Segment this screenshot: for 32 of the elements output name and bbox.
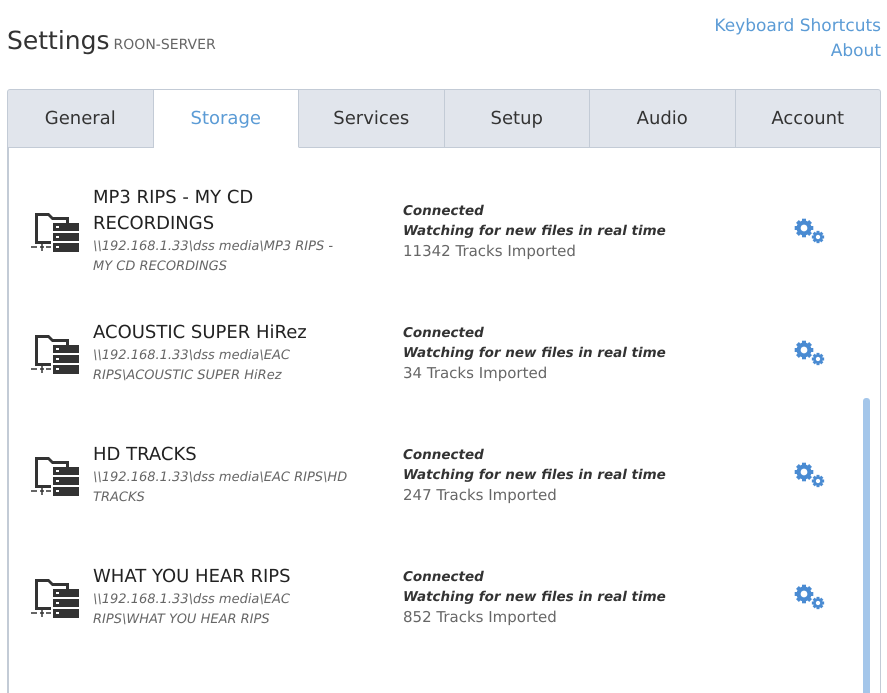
track-count: 11342 Tracks Imported — [403, 240, 577, 262]
track-count: 852 Tracks Imported — [403, 606, 558, 628]
location-path: \\192.168.1.33\dss media\EAC RIPS\ACOUSTIC SUPER HiRez — [93, 347, 291, 385]
track-count: 247 Tracks Imported — [403, 484, 558, 506]
connection-status: Connected — [403, 202, 485, 220]
location-path: \\192.168.1.33\dss media\EAC RIPS\HD TRACKS — [93, 469, 348, 507]
location-name: WHAT YOU HEAR RIPS — [93, 565, 292, 589]
page-title: Settings — [7, 26, 110, 55]
settings-tab[interactable]: General — [7, 89, 154, 148]
location-path: \\192.168.1.33\dss media\MP3 RIPS - MY CD RECORDINGS — [93, 238, 334, 276]
settings-tab[interactable]: Account — [736, 89, 881, 148]
server-name: ROON-SERVER — [114, 37, 216, 53]
scrollbar-thumb[interactable] — [863, 398, 870, 693]
watch-status: Watching for new files in real time — [403, 222, 667, 240]
location-name: ACOUSTIC SUPER HiRez — [93, 321, 308, 345]
settings-icon[interactable] — [793, 583, 827, 611]
connection-status: Connected — [403, 568, 485, 586]
track-count: 34 Tracks Imported — [403, 362, 548, 384]
location-name: MP3 RIPS - MY CD RECORDINGS — [93, 186, 254, 236]
settings-icon[interactable] — [793, 461, 827, 489]
settings-tab[interactable]: Setup — [444, 89, 590, 148]
settings-icon[interactable] — [793, 217, 827, 245]
watch-status: Watching for new files in real time — [403, 588, 667, 606]
settings-tab[interactable]: Audio — [590, 89, 736, 148]
location-path: \\192.168.1.33\dss media\EAC RIPS\WHAT YOU HEAR RIPS — [93, 591, 291, 629]
settings-tab[interactable]: Services — [299, 89, 444, 148]
connection-status: Connected — [403, 446, 485, 464]
location-name: HD TRACKS — [93, 443, 198, 467]
settings-icon[interactable] — [793, 339, 827, 367]
watch-status: Watching for new files in real time — [403, 466, 667, 484]
connection-status: Connected — [403, 324, 485, 342]
watch-status: Watching for new files in real time — [403, 344, 667, 362]
